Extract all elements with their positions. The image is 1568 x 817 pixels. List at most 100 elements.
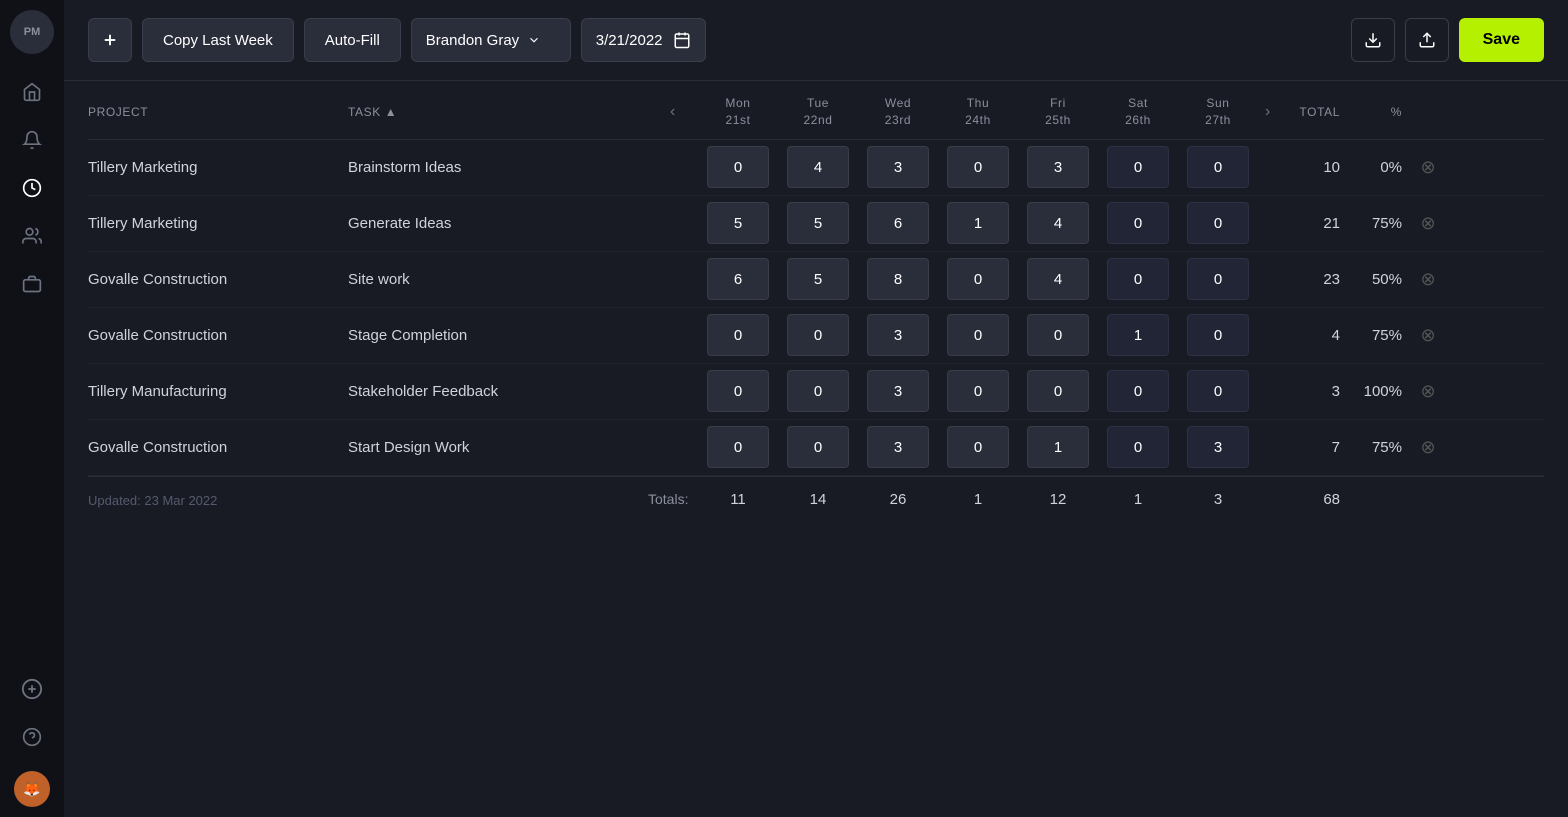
day-input-wrap-1-2: 6 [858,200,938,246]
sidebar-item-add[interactable] [10,667,54,711]
day-input-4-4[interactable]: 0 [1027,370,1089,412]
task-name: Stage Completion [348,327,648,344]
task-name: Site work [348,271,648,288]
day-input-3-0[interactable]: 0 [707,314,769,356]
day-input-wrap-4-2: 3 [858,368,938,414]
day-input-5-5[interactable]: 0 [1107,426,1169,468]
day-input-1-1[interactable]: 5 [787,202,849,244]
day-input-2-0[interactable]: 6 [707,258,769,300]
sidebar-item-notifications[interactable] [10,118,54,162]
day-input-5-6[interactable]: 3 [1187,426,1249,468]
totals-day-3: 1 [938,491,1018,508]
day-header-6: Sun 27th [1178,95,1258,129]
project-name: Tillery Marketing [88,159,348,176]
table-row: Govalle Construction Stage Completion 0 … [88,308,1544,364]
day-input-3-6[interactable]: 0 [1187,314,1249,356]
day-input-3-4[interactable]: 0 [1027,314,1089,356]
day-input-1-0[interactable]: 5 [707,202,769,244]
day-input-5-0[interactable]: 0 [707,426,769,468]
day-input-wrap-5-1: 0 [778,424,858,470]
day-input-3-2[interactable]: 3 [867,314,929,356]
day-input-4-3[interactable]: 0 [947,370,1009,412]
row-pct: 100% [1348,383,1408,400]
project-name: Govalle Construction [88,327,348,344]
day-input-5-2[interactable]: 3 [867,426,929,468]
remove-row-button[interactable]: ⊗ [1408,437,1448,458]
day-input-1-2[interactable]: 6 [867,202,929,244]
day-input-2-4[interactable]: 4 [1027,258,1089,300]
person-dropdown[interactable]: Brandon Gray [411,18,571,62]
day-input-wrap-3-0: 0 [698,312,778,358]
day-header-2: Wed 23rd [858,95,938,129]
day-input-wrap-1-4: 4 [1018,200,1098,246]
day-input-1-6[interactable]: 0 [1187,202,1249,244]
table-row: Govalle Construction Start Design Work 0… [88,420,1544,476]
day-input-2-2[interactable]: 8 [867,258,929,300]
row-total: 7 [1278,439,1348,456]
save-button[interactable]: Save [1459,18,1544,62]
remove-row-button[interactable]: ⊗ [1408,157,1448,178]
day-input-4-6[interactable]: 0 [1187,370,1249,412]
day-input-0-2[interactable]: 3 [867,146,929,188]
day-input-4-2[interactable]: 3 [867,370,929,412]
day-input-4-1[interactable]: 0 [787,370,849,412]
day-input-4-0[interactable]: 0 [707,370,769,412]
day-input-wrap-2-5: 0 [1098,256,1178,302]
day-input-wrap-1-1: 5 [778,200,858,246]
day-input-5-4[interactable]: 1 [1027,426,1089,468]
row-pct: 75% [1348,327,1408,344]
user-avatar[interactable]: 🦊 [14,771,50,807]
sidebar-item-team[interactable] [10,214,54,258]
copy-last-week-button[interactable]: Copy Last Week [142,18,294,62]
remove-row-button[interactable]: ⊗ [1408,381,1448,402]
download-button[interactable] [1351,18,1395,62]
day-input-0-3[interactable]: 0 [947,146,1009,188]
day-input-3-1[interactable]: 0 [787,314,849,356]
day-input-4-5[interactable]: 0 [1107,370,1169,412]
day-input-0-1[interactable]: 4 [787,146,849,188]
add-row-button[interactable] [88,18,132,62]
grand-total: 68 [1278,491,1348,508]
nav-next-button[interactable]: › [1258,103,1278,121]
task-name: Stakeholder Feedback [348,383,648,400]
sidebar-item-projects[interactable] [10,262,54,306]
day-input-0-4[interactable]: 3 [1027,146,1089,188]
upload-button[interactable] [1405,18,1449,62]
nav-prev-button[interactable]: ‹ [648,103,698,121]
day-input-1-5[interactable]: 0 [1107,202,1169,244]
sidebar-item-time[interactable] [10,166,54,210]
day-input-2-3[interactable]: 0 [947,258,1009,300]
day-input-wrap-2-1: 5 [778,256,858,302]
day-input-0-6[interactable]: 0 [1187,146,1249,188]
day-input-wrap-4-1: 0 [778,368,858,414]
day-input-0-0[interactable]: 0 [707,146,769,188]
row-total: 10 [1278,159,1348,176]
day-input-wrap-0-4: 3 [1018,144,1098,190]
remove-row-button[interactable]: ⊗ [1408,325,1448,346]
totals-day-0: 11 [698,491,778,508]
day-header-4: Fri 25th [1018,95,1098,129]
totals-day-6: 3 [1178,491,1258,508]
task-name: Brainstorm Ideas [348,159,648,176]
day-input-2-6[interactable]: 0 [1187,258,1249,300]
day-input-3-3[interactable]: 0 [947,314,1009,356]
remove-row-button[interactable]: ⊗ [1408,213,1448,234]
date-picker[interactable]: 3/21/2022 [581,18,706,62]
sidebar-item-help[interactable] [10,715,54,759]
toolbar: Copy Last Week Auto-Fill Brandon Gray 3/… [64,0,1568,81]
remove-row-button[interactable]: ⊗ [1408,269,1448,290]
col-pct-header: % [1348,105,1408,119]
day-input-1-4[interactable]: 4 [1027,202,1089,244]
day-input-2-1[interactable]: 5 [787,258,849,300]
day-input-1-3[interactable]: 1 [947,202,1009,244]
day-input-5-3[interactable]: 0 [947,426,1009,468]
col-project-header: PROJECT [88,105,348,119]
auto-fill-button[interactable]: Auto-Fill [304,18,401,62]
day-input-2-5[interactable]: 0 [1107,258,1169,300]
day-input-wrap-4-0: 0 [698,368,778,414]
day-input-5-1[interactable]: 0 [787,426,849,468]
day-input-3-5[interactable]: 1 [1107,314,1169,356]
day-input-0-5[interactable]: 0 [1107,146,1169,188]
totals-day-5: 1 [1098,491,1178,508]
sidebar-item-home[interactable] [10,70,54,114]
